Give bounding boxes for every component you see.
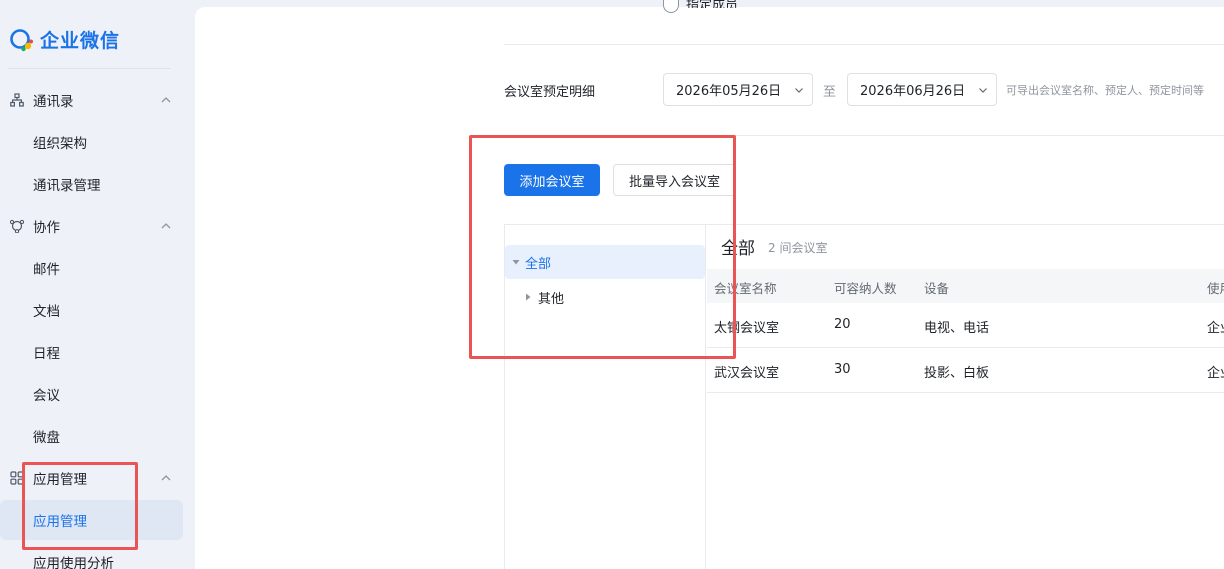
booking-detail-label: 会议室预定明细 <box>504 85 596 100</box>
tree-node-label: 其他 <box>538 291 565 307</box>
section-divider <box>504 44 1224 45</box>
sidebar-item-label: 组织架构 <box>33 136 87 152</box>
export-hint: 可导出会议室名称、预定人、预定时间等 <box>1006 84 1204 97</box>
sidebar-item-mail[interactable]: 邮件 <box>0 248 183 288</box>
table-row-2-room-name[interactable]: 武汉会议室 <box>714 362 779 381</box>
table-row-1-equipment: 电视、电话 <box>924 321 990 336</box>
sidebar-item-docs[interactable]: 文档 <box>0 290 183 330</box>
end-date-picker[interactable]: 2026年06月26日 <box>847 73 997 106</box>
sidebar-item-label: 会议 <box>33 388 60 404</box>
apps-grid-icon <box>10 471 24 485</box>
sidebar-item-label: 日程 <box>33 346 60 362</box>
chevron-down-icon <box>795 87 803 93</box>
chevron-up-icon <box>161 97 171 103</box>
column-header-capacity: 可容纳人数 <box>834 281 897 296</box>
chevron-down-icon <box>979 87 987 93</box>
sidebar-divider <box>8 68 171 69</box>
chevron-up-icon <box>161 475 171 481</box>
column-header-equipment: 设备 <box>924 281 950 296</box>
brand-name: 企业微信 <box>40 30 121 52</box>
sidebar-item-label: 文档 <box>33 304 60 320</box>
sidebar-item-meeting[interactable]: 会议 <box>0 374 183 414</box>
sidebar-group-label: 通讯录 <box>33 94 74 110</box>
column-header-room-name: 会议室名称 <box>714 281 777 296</box>
sidebar-group-app-management[interactable]: 应用管理 <box>0 458 195 498</box>
table-row-2-capacity: 30 <box>834 362 851 377</box>
sidebar-item-calendar[interactable]: 日程 <box>0 332 183 372</box>
sidebar-item-label: 邮件 <box>33 262 60 278</box>
sidebar-item-org-structure[interactable]: 组织架构 <box>0 122 183 162</box>
sidebar: 企业微信 通讯录 组织架构 通讯录管理 协作 邮件 文档 日程 会议 微盘 应用… <box>0 0 195 569</box>
tree-node-all[interactable]: 全部 <box>505 245 705 279</box>
table-row-1-usage: 企业 <box>1207 321 1224 336</box>
table-header <box>707 269 1224 303</box>
collaboration-icon <box>10 219 24 233</box>
date-range-separator: 至 <box>823 85 837 100</box>
chevron-up-icon <box>161 223 171 229</box>
sidebar-item-label: 应用使用分析 <box>33 556 114 569</box>
caret-down-icon <box>512 260 520 265</box>
sidebar-item-app-management[interactable]: 应用管理 <box>0 500 183 540</box>
add-room-button[interactable]: 添加会议室 <box>504 164 600 196</box>
end-date-value: 2026年06月26日 <box>860 84 966 99</box>
sidebar-item-app-usage-analysis[interactable]: 应用使用分析 <box>0 542 183 569</box>
room-count: 2 间会议室 <box>768 241 828 255</box>
caret-right-icon <box>526 293 531 301</box>
tree-node-other[interactable]: 其他 <box>505 280 705 314</box>
table-row-1-capacity: 20 <box>834 317 851 332</box>
table-row-2-usage: 企业 <box>1207 366 1224 381</box>
sidebar-item-label: 微盘 <box>33 430 60 446</box>
batch-import-button[interactable]: 批量导入会议室 <box>613 164 736 196</box>
start-date-picker[interactable]: 2026年05月26日 <box>663 73 813 106</box>
table-row-2-equipment: 投影、白板 <box>924 366 990 381</box>
sidebar-item-drive[interactable]: 微盘 <box>0 416 183 456</box>
sidebar-item-contacts-management[interactable]: 通讯录管理 <box>0 164 183 204</box>
org-chart-icon <box>10 93 24 107</box>
table-row-1-room-name[interactable]: 太钢会议室 <box>714 317 779 336</box>
tree-node-label: 全部 <box>525 256 552 272</box>
radio-specified-members-label: 指定成员 <box>686 0 739 8</box>
brand-logo[interactable]: 企业微信 <box>8 26 120 53</box>
sidebar-group-label: 协作 <box>33 220 60 236</box>
sidebar-item-label: 通讯录管理 <box>33 178 101 194</box>
start-date-value: 2026年05月26日 <box>676 84 782 99</box>
row-divider <box>707 347 1224 348</box>
sidebar-group-label: 应用管理 <box>33 472 87 488</box>
column-header-usage: 使用 <box>1207 281 1224 296</box>
wecom-logo-icon <box>10 28 33 51</box>
sidebar-group-contacts[interactable]: 通讯录 <box>0 80 195 120</box>
section-divider <box>504 135 1224 136</box>
sidebar-group-collaboration[interactable]: 协作 <box>0 206 195 246</box>
room-list-title: 全部 <box>721 239 755 259</box>
row-divider <box>707 392 1224 393</box>
sidebar-item-label: 应用管理 <box>33 514 87 530</box>
